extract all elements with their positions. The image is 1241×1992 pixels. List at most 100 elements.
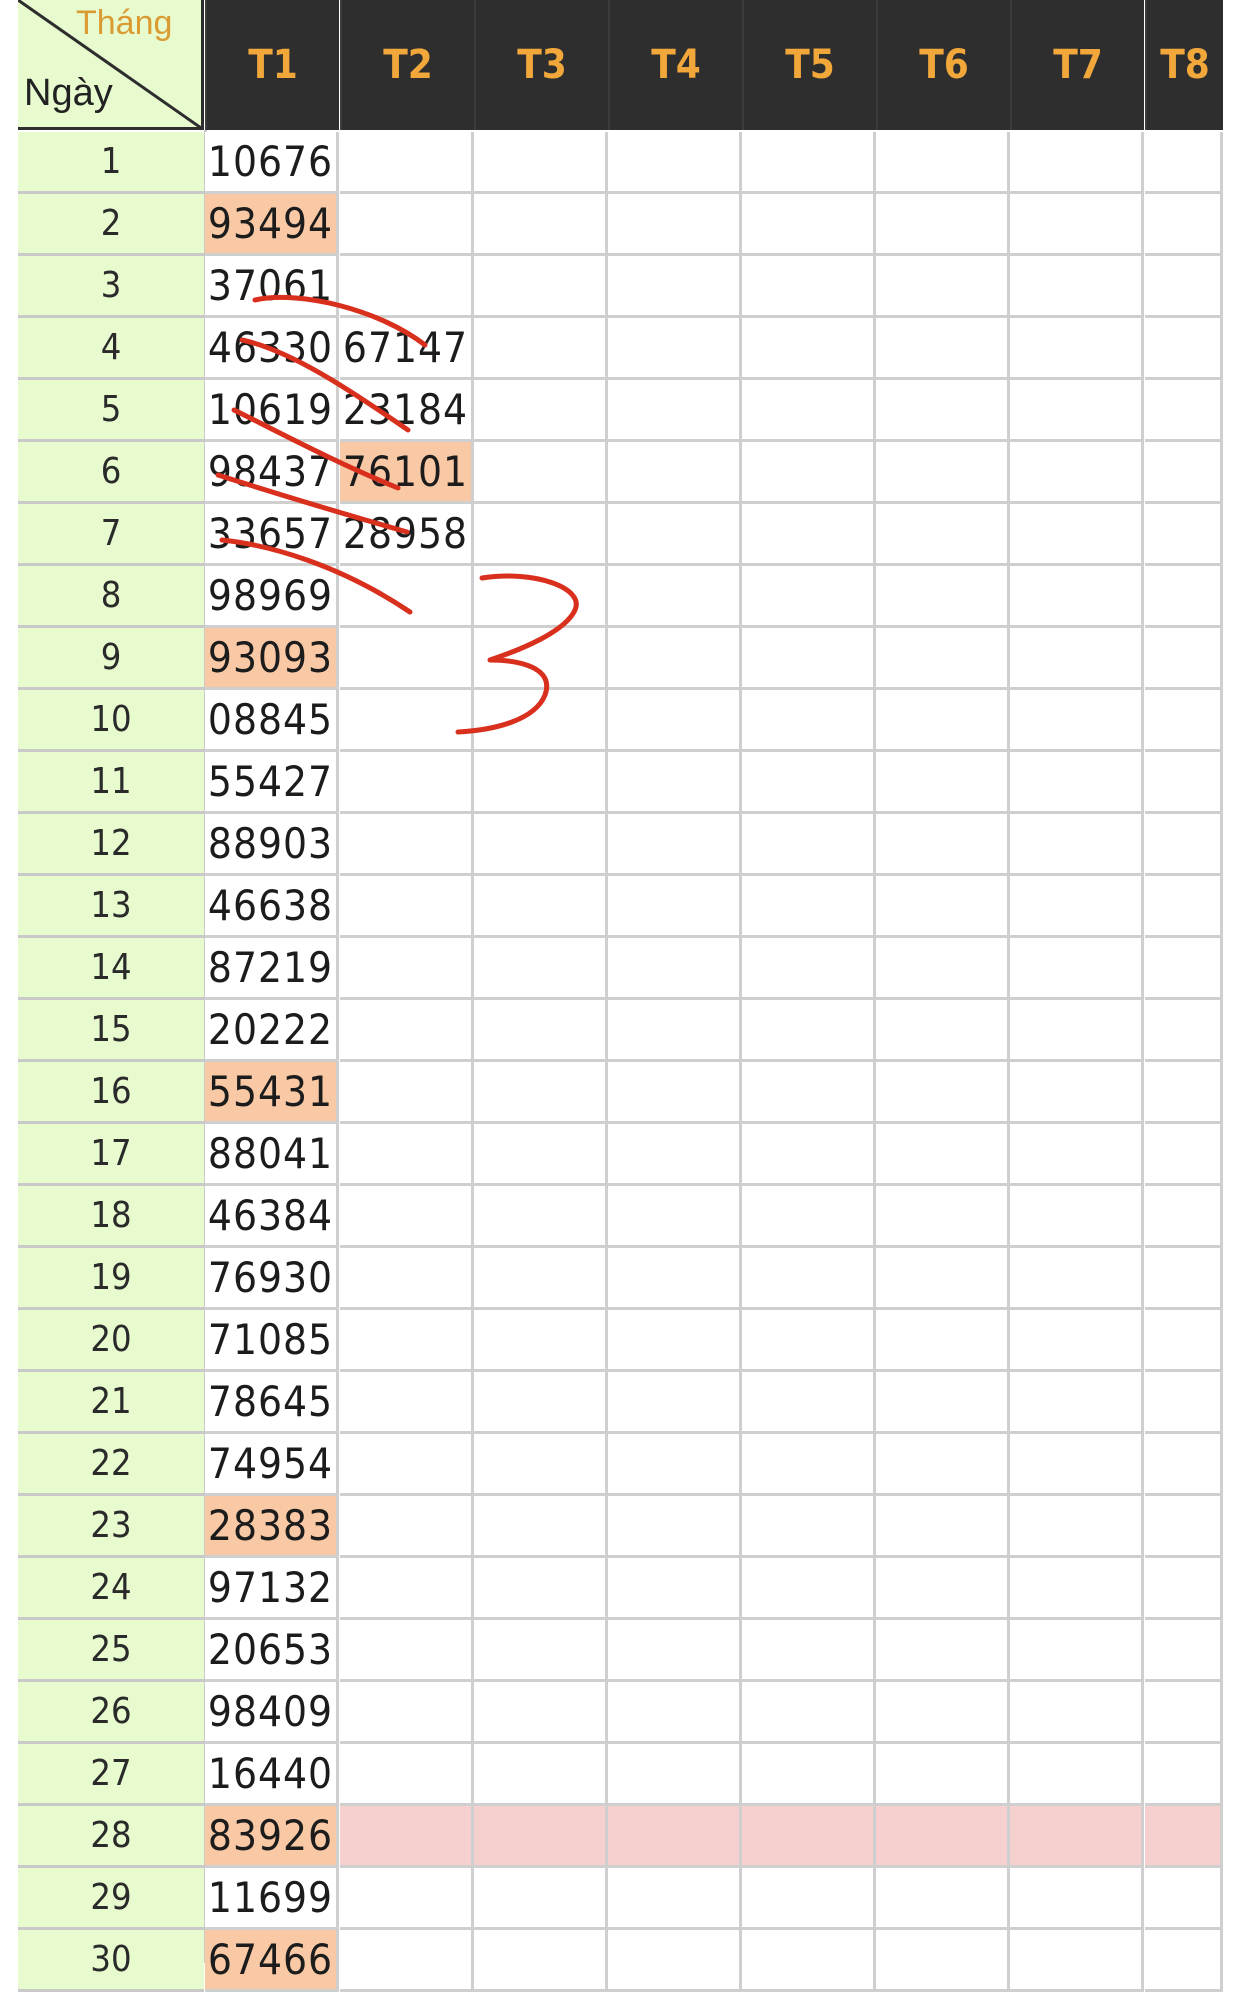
result-cell xyxy=(340,1930,474,1992)
result-cell xyxy=(1145,504,1223,566)
result-cell: 55427 xyxy=(205,752,339,814)
result-cell xyxy=(1145,1744,1223,1806)
result-cell: 83926 xyxy=(205,1806,339,1868)
day-label-cell: 15 xyxy=(18,1000,204,1062)
month-header-t4[interactable]: T4 xyxy=(608,0,742,130)
day-label-cell: 30 xyxy=(18,1930,204,1992)
result-cell xyxy=(340,1434,474,1496)
result-cell xyxy=(1145,1062,1223,1124)
result-cell xyxy=(1010,938,1144,1000)
result-cell xyxy=(340,752,474,814)
result-cell xyxy=(608,1496,742,1558)
result-cell xyxy=(1010,876,1144,938)
result-cell xyxy=(474,318,608,380)
result-cell: 23184 xyxy=(340,380,474,442)
result-cell xyxy=(742,1682,876,1744)
result-cell: 88041 xyxy=(205,1124,339,1186)
month-header-t6[interactable]: T6 xyxy=(876,0,1010,130)
result-cell xyxy=(742,1000,876,1062)
result-cell xyxy=(876,380,1010,442)
result-cell: 55431 xyxy=(205,1062,339,1124)
result-cell xyxy=(474,1868,608,1930)
result-cell xyxy=(474,814,608,876)
month-header-t5[interactable]: T5 xyxy=(742,0,876,130)
result-cell xyxy=(474,1186,608,1248)
result-cell xyxy=(742,1062,876,1124)
result-cell xyxy=(1010,1744,1144,1806)
result-cell xyxy=(1010,504,1144,566)
result-cell xyxy=(1010,1558,1144,1620)
result-cell xyxy=(1145,1868,1223,1930)
result-cell xyxy=(1010,132,1144,194)
result-cell xyxy=(1145,628,1223,690)
result-cell xyxy=(608,132,742,194)
result-cell: 20653 xyxy=(205,1620,339,1682)
month-header-t2[interactable]: T2 xyxy=(340,0,474,130)
result-cell xyxy=(608,1558,742,1620)
result-cell xyxy=(1010,1868,1144,1930)
result-cell: 93494 xyxy=(205,194,339,256)
month-header-t3[interactable]: T3 xyxy=(474,0,608,130)
result-cell xyxy=(340,1062,474,1124)
result-cell xyxy=(474,690,608,752)
table-corner-header: Tháng Ngày xyxy=(18,0,204,130)
result-cell xyxy=(1145,1372,1223,1434)
result-cell: 08845 xyxy=(205,690,339,752)
result-cell xyxy=(608,1806,742,1868)
result-cell xyxy=(1145,876,1223,938)
result-cell xyxy=(742,1558,876,1620)
result-cell xyxy=(876,1186,1010,1248)
day-label-cell: 12 xyxy=(18,814,204,876)
month-header-t8[interactable]: T8 xyxy=(1145,0,1223,130)
result-cell xyxy=(608,318,742,380)
result-cell xyxy=(340,1620,474,1682)
result-cell xyxy=(876,628,1010,690)
result-cell xyxy=(742,1930,876,1992)
result-cell xyxy=(1145,938,1223,1000)
result-cell xyxy=(742,1744,876,1806)
result-cell xyxy=(1010,194,1144,256)
result-cell xyxy=(340,1248,474,1310)
result-cell xyxy=(608,566,742,628)
result-cell xyxy=(608,1434,742,1496)
result-cell: 98969 xyxy=(205,566,339,628)
result-cell xyxy=(340,194,474,256)
result-cell xyxy=(608,504,742,566)
result-cell: 78645 xyxy=(205,1372,339,1434)
result-cell xyxy=(474,628,608,690)
result-cell xyxy=(876,1434,1010,1496)
result-cell xyxy=(340,1000,474,1062)
result-cell xyxy=(340,938,474,1000)
result-cell xyxy=(1145,1806,1223,1868)
result-cell xyxy=(608,1186,742,1248)
result-cell xyxy=(474,256,608,318)
result-cell xyxy=(608,628,742,690)
result-cell xyxy=(876,1000,1010,1062)
month-header-t1[interactable]: T1 xyxy=(205,0,339,130)
day-label-cell: 6 xyxy=(18,442,204,504)
day-label-cell: 28 xyxy=(18,1806,204,1868)
result-cell xyxy=(742,1434,876,1496)
result-cell xyxy=(474,1124,608,1186)
day-label-cell: 20 xyxy=(18,1310,204,1372)
result-cell xyxy=(742,1806,876,1868)
result-cell xyxy=(1010,628,1144,690)
result-cell xyxy=(340,1124,474,1186)
day-label-cell: 25 xyxy=(18,1620,204,1682)
result-cell xyxy=(608,256,742,318)
result-cell xyxy=(1010,1806,1144,1868)
result-cell xyxy=(742,814,876,876)
day-label-cell: 2 xyxy=(18,194,204,256)
result-cell xyxy=(474,1434,608,1496)
day-label-cell: 26 xyxy=(18,1682,204,1744)
result-cell xyxy=(876,1744,1010,1806)
month-header-t7[interactable]: T7 xyxy=(1010,0,1144,130)
result-cell xyxy=(742,1248,876,1310)
result-cell xyxy=(608,1744,742,1806)
result-cell xyxy=(876,194,1010,256)
result-cell: 88903 xyxy=(205,814,339,876)
result-cell xyxy=(1145,1310,1223,1372)
result-cell xyxy=(876,132,1010,194)
day-label-cell: 11 xyxy=(18,752,204,814)
result-cell xyxy=(474,876,608,938)
